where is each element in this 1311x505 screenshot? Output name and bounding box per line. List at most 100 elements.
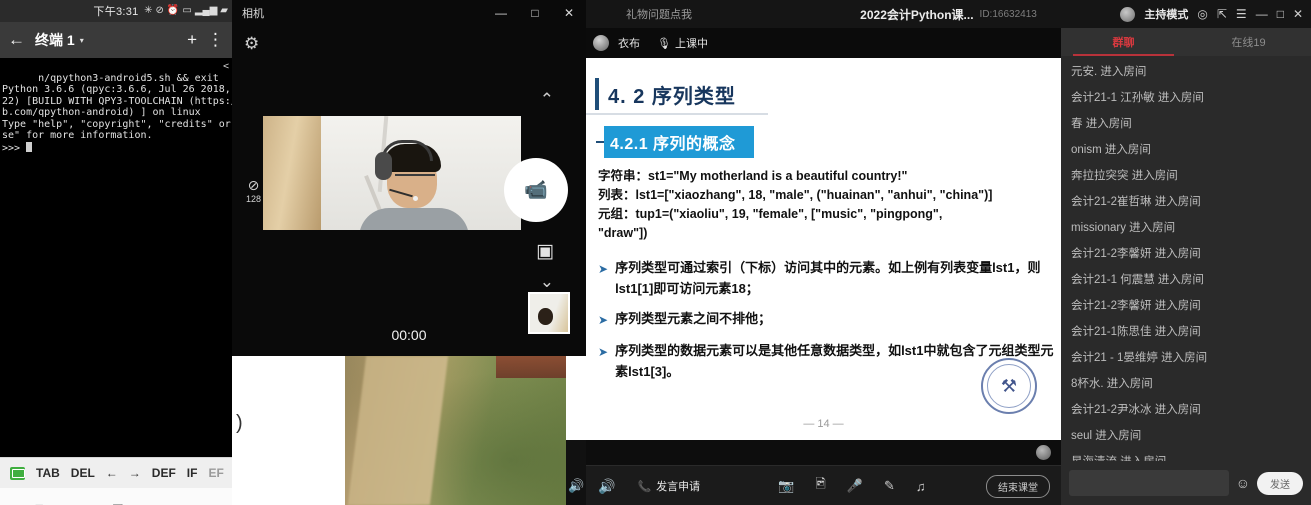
add-tab-button[interactable]: + (187, 30, 197, 50)
class-status: 🎙 上课中 (657, 35, 708, 51)
tab-online-members[interactable]: 在线19 (1186, 28, 1311, 56)
slide-page-number: — 14 — (803, 418, 844, 430)
slide-section-title: 序列类型 (651, 86, 736, 108)
bullet-text: 序列类型元素之间不排他； (615, 311, 772, 326)
code-line-string: 字符串：st1="My motherland is a beautiful co… (598, 169, 908, 183)
key-ef[interactable]: EF (208, 466, 223, 480)
terminal-title: 终端 1 (35, 32, 75, 48)
key-if[interactable]: IF (187, 466, 198, 480)
settings-icon[interactable]: ◎ (1197, 7, 1207, 21)
no-flash-icon: ⊘ (247, 177, 260, 193)
home-button[interactable]: □ (113, 500, 122, 505)
chevron-down-icon[interactable]: ⌄ (540, 272, 554, 292)
phone-navigation-bar: ≡ □ ‹ (0, 488, 232, 505)
battery-saver-icon: ▭ (182, 5, 192, 16)
chat-message: 会计21-1 江孙敏 进入房间 (1071, 92, 1204, 104)
chat-message: 会计21-2尹冰冰 进入房间 (1071, 404, 1201, 416)
overflow-menu-button[interactable]: ⋮ (207, 30, 224, 50)
camera-maximize-button[interactable]: □ (518, 0, 552, 26)
video-camera-icon: 📹 (524, 180, 548, 201)
host-mode-label[interactable]: 主持模式 (1144, 6, 1188, 22)
phone-system-icons: ✳ ⊘ ⏰ ▭ ▂▄▆ ▰ (144, 6, 228, 16)
slide-subheading: 4.2.1 序列的概念 (604, 126, 754, 158)
record-video-button[interactable]: 📹 (504, 158, 568, 222)
camera-window: 相机 — □ ✕ ⚙ ⊘ 128 ⌃ 📹 ▣ ⌄ 00:00 (232, 0, 587, 356)
terminal-line-4: Type "help", "copyright", "credits" or "… (2, 118, 231, 130)
code-line-list: 列表：lst1=["xiaozhang", 18, "male", ("huai… (598, 188, 993, 202)
chevron-down-icon[interactable]: ▾ (80, 36, 84, 45)
phone-icon: 📞 (637, 480, 652, 493)
speaker-icon[interactable]: 🔊 (598, 478, 615, 495)
preview-person-body (359, 208, 469, 230)
preview-headset-earcup (375, 152, 392, 180)
emoji-icon[interactable]: ☺ (1236, 475, 1250, 491)
recents-button[interactable]: ≡ (35, 500, 44, 505)
chat-message: 会计21-2李馨妍 进入房间 (1071, 248, 1201, 260)
slide-heading: 4. 2 序列类型 (586, 58, 768, 115)
camera-close-button[interactable]: ✕ (552, 0, 586, 26)
back-button[interactable]: ‹ (192, 500, 197, 505)
participant-avatar[interactable] (1036, 445, 1051, 460)
camera-exposure-indicator: ⊘ 128 (246, 178, 261, 204)
camera-minimize-button[interactable]: — (484, 0, 518, 26)
bluetooth-icon: ✳ (144, 5, 153, 16)
chat-message: 春 进入房间 (1071, 118, 1132, 130)
bullet-arrow-icon: ➤ (598, 345, 609, 359)
phone-app-bar: ← 终端 1 ▾ + ⋮ (0, 22, 232, 58)
screen-share-icon[interactable]: 🖻 (815, 475, 825, 497)
avatar[interactable] (1120, 6, 1136, 22)
take-photo-button[interactable]: ▣ (536, 240, 554, 263)
code-line-tuple: 元组：tup1=("xiaoliu", 19, "female", ["musi… (598, 207, 943, 221)
chat-message: 会计21-1 何震慧 进入房间 (1071, 274, 1204, 286)
chat-message-list[interactable]: 元安. 进入房间 会计21-1 江孙敏 进入房间 春 进入房间 onism 进入… (1061, 56, 1311, 466)
android-phone-panel: 下午3:31 ✳ ⊘ ⏰ ▭ ▂▄▆ ▰ ← 终端 1 ▾ + ⋮ < n/qpy… (0, 0, 232, 505)
music-icon[interactable]: ♫ (916, 479, 926, 494)
background-white-area (232, 356, 345, 505)
camera-icon: ▣ (536, 241, 554, 262)
chat-message: 会计21 - 1晏维婷 进入房间 (1071, 352, 1208, 364)
terminal-right-marker: < (222, 61, 229, 72)
chat-input[interactable] (1069, 470, 1229, 496)
chat-message: 8杯水. 进入房间 (1071, 378, 1153, 390)
key-tab[interactable]: TAB (36, 466, 60, 480)
chat-tabs: 群聊 在线19 (1061, 28, 1311, 56)
signal-icon: ▂▄▆ (194, 5, 218, 16)
microphone-off-icon[interactable]: 🎤 (847, 478, 863, 494)
terminal-line-3: b.com/qpython-android) ] on linux (2, 107, 201, 118)
whiteboard-icon[interactable]: ✎ (884, 478, 895, 494)
preview-mic-tip (413, 196, 418, 201)
gear-icon[interactable]: ⚙ (244, 34, 259, 54)
key-del[interactable]: DEL (71, 466, 95, 480)
terminal-output[interactable]: < n/qpython3-android5.sh && exit Python 3… (0, 58, 232, 457)
camera-off-icon[interactable]: 📷 (778, 478, 794, 494)
popout-icon[interactable]: ⇱ (1217, 7, 1227, 21)
chevron-up-icon[interactable]: ⌃ (540, 90, 554, 110)
terminal-key-bar: TAB DEL ← → DEF IF EF (0, 457, 232, 488)
grass-path-video (345, 356, 566, 505)
back-arrow-icon[interactable]: ← (8, 30, 25, 50)
terminal-cursor (26, 141, 33, 152)
slide-sub-number: 4.2.1 (610, 136, 649, 153)
close-icon[interactable]: ✕ (1293, 7, 1303, 21)
tab-group-chat[interactable]: 群聊 (1061, 28, 1186, 56)
terminal-line-0: n/qpython3-android5.sh && exit (38, 72, 219, 84)
key-right-arrow[interactable]: → (129, 466, 141, 480)
end-class-button[interactable]: 结束课堂 (986, 474, 1050, 498)
chat-message: 会计21-1陈思佳 进入房间 (1071, 326, 1201, 338)
minimize-icon[interactable]: — (1256, 7, 1268, 21)
key-left-arrow[interactable]: ← (106, 466, 118, 480)
send-button[interactable]: 发送 (1257, 471, 1303, 495)
slide-subheading-wrap: 4.2.1 序列的概念 (596, 126, 1061, 158)
phone-status-bar: 下午3:31 ✳ ⊘ ⏰ ▭ ▂▄▆ ▰ (0, 0, 232, 22)
camera-iso-value: 128 (246, 194, 262, 204)
speak-request-button[interactable]: 📞 发言申请 (637, 478, 700, 494)
maximize-icon[interactable]: □ (1277, 7, 1284, 21)
menu-icon[interactable]: ☰ (1236, 7, 1247, 21)
key-def[interactable]: DEF (152, 466, 176, 480)
chat-message: 奔拉拉突突 进入房间 (1071, 170, 1178, 182)
keyboard-toggle-icon[interactable] (10, 466, 25, 480)
chat-message: 会计21-2崔哲琳 进入房间 (1071, 196, 1201, 208)
room-id: ID:16632413 (979, 8, 1037, 20)
chat-message: 元安. 进入房间 (1071, 66, 1147, 78)
live-bottom-strip (586, 440, 1061, 465)
